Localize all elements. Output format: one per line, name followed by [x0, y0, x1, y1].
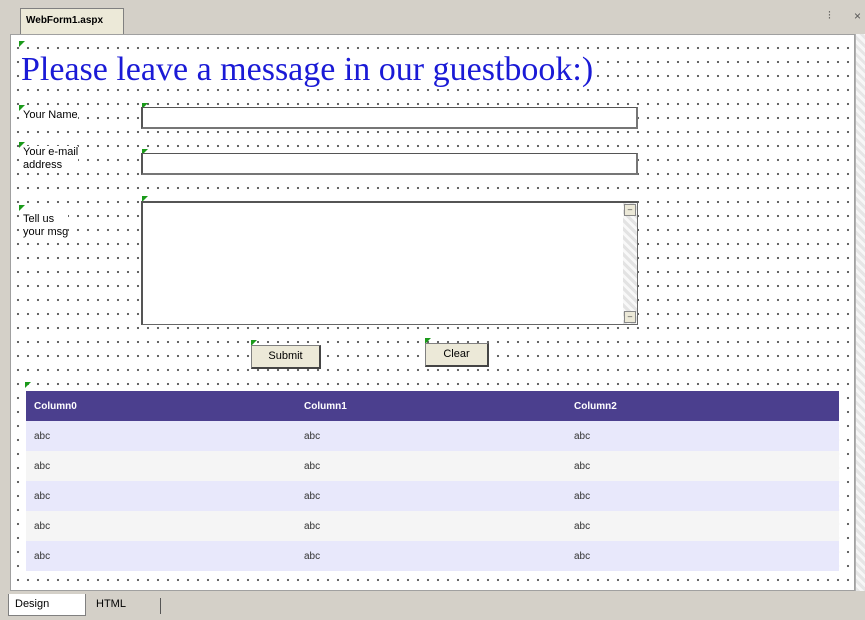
document-tab-strip: WebForm1.aspx ⫶ ×: [0, 0, 865, 34]
close-icon[interactable]: ×: [854, 9, 861, 23]
grid-header-cell: Column2: [574, 400, 617, 412]
grid-cell: abc: [574, 430, 591, 442]
tab-html[interactable]: HTML: [90, 594, 156, 616]
designer-window: WebForm1.aspx ⫶ × Please leave a message…: [0, 0, 865, 620]
grid-cell: abc: [34, 520, 51, 532]
grid-cell: abc: [34, 430, 51, 442]
document-tab[interactable]: WebForm1.aspx: [20, 8, 124, 34]
grid-cell: abc: [304, 430, 321, 442]
clear-button[interactable]: Clear: [425, 343, 489, 367]
grid-cell: abc: [304, 460, 321, 472]
grid-cell: abc: [34, 550, 51, 562]
grid-cell: abc: [574, 490, 591, 502]
control-marker-icon: [19, 41, 25, 47]
message-scrollbar[interactable]: – –: [623, 203, 637, 324]
grid-cell: abc: [304, 550, 321, 562]
design-surface[interactable]: Please leave a message in our guestbook:…: [10, 34, 855, 591]
scroll-down-icon[interactable]: –: [624, 311, 636, 323]
grid-cell: abc: [34, 490, 51, 502]
grid-cell: abc: [304, 490, 321, 502]
messages-datagrid[interactable]: Column0 Column1 Column2 abc abc abc abc …: [26, 391, 839, 571]
pin-icon[interactable]: ⫶: [828, 10, 831, 23]
grid-cell: abc: [34, 460, 51, 472]
grid-header-row: Column0 Column1 Column2: [26, 391, 839, 421]
grid-row: abc abc abc: [26, 511, 839, 541]
grid-row: abc abc abc: [26, 451, 839, 481]
message-textarea[interactable]: – –: [141, 201, 638, 325]
grid-header-cell: Column0: [34, 400, 77, 412]
email-label-line1: Your e-mail: [23, 146, 79, 158]
grid-cell: abc: [304, 520, 321, 532]
grid-cell: abc: [574, 520, 591, 532]
control-marker-icon: [19, 205, 25, 211]
tab-divider: [160, 598, 161, 614]
view-tab-bar: Design HTML: [0, 592, 865, 620]
surface-scrollbar[interactable]: [855, 34, 865, 591]
scroll-up-icon[interactable]: –: [624, 204, 636, 216]
name-input[interactable]: [141, 107, 638, 129]
message-label-line1: Tell us: [23, 213, 55, 225]
email-input[interactable]: [141, 153, 638, 175]
message-label: Tell us your msg: [23, 213, 69, 239]
grid-cell: abc: [574, 460, 591, 472]
tab-design[interactable]: Design: [8, 594, 86, 616]
name-label: Your Name: [23, 109, 78, 122]
email-label: Your e-mail address: [23, 146, 79, 172]
grid-header-cell: Column1: [304, 400, 347, 412]
grid-row: abc abc abc: [26, 541, 839, 571]
message-label-line2: your msg: [23, 226, 69, 238]
page-title: Please leave a message in our guestbook:…: [21, 51, 594, 89]
email-label-line2: address: [23, 159, 63, 171]
control-marker-icon: [25, 382, 31, 388]
grid-row: abc abc abc: [26, 481, 839, 511]
submit-button[interactable]: Submit: [251, 345, 321, 369]
grid-row: abc abc abc: [26, 421, 839, 451]
grid-cell: abc: [574, 550, 591, 562]
